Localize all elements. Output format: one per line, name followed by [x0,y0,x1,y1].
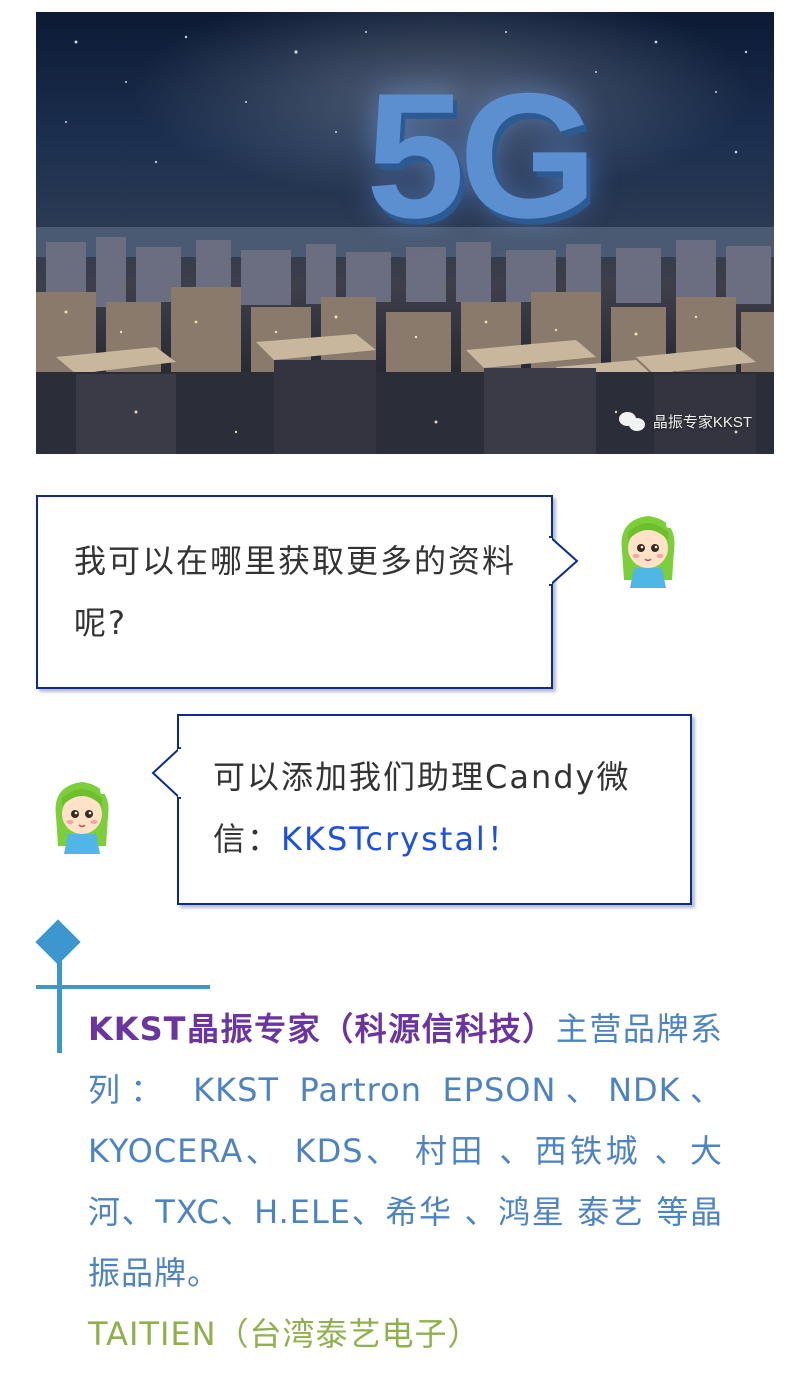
answer-text: 可以添加我们助理Candy微信：KKSTcrystal！ [213,746,673,870]
brand-paragraph: KKST晶振专家（科源信科技）主营品牌系列： KKST Partron EPSO… [88,999,723,1365]
question-bubble: 我可以在哪里获取更多的资料呢? [36,495,553,689]
accent-vertical-line [57,960,62,1053]
cartoon-girl-avatar-icon [621,516,675,588]
answer-bubble: 可以添加我们助理Candy微信：KKSTcrystal！ [177,714,692,905]
diamond-icon [35,919,81,965]
taitien-label: TAITIEN（台湾泰艺电子） [88,1315,481,1353]
watermark-label: 晶振专家KKST [652,413,752,431]
answer-bubble-tail [151,747,181,799]
wechat-icon [618,410,647,432]
company-name: KKST晶振专家（科源信科技） [88,1010,556,1048]
hero-image-5g-city: 5G 晶振专家KKST [36,12,774,454]
hero-5g-headline: 5G [366,56,597,255]
wechat-id-link[interactable]: KKSTcrystal！ [281,820,521,858]
watermark: 晶振专家KKST [618,410,752,432]
brand-series: 主营品牌系列： KKST Partron EPSON、NDK、KYOCERA、 … [88,1010,723,1292]
accent-horizontal-line [36,985,210,989]
question-bubble-tail [549,536,579,586]
cartoon-girl-avatar-icon [55,782,109,854]
question-text: 我可以在哪里获取更多的资料呢? [74,542,517,642]
